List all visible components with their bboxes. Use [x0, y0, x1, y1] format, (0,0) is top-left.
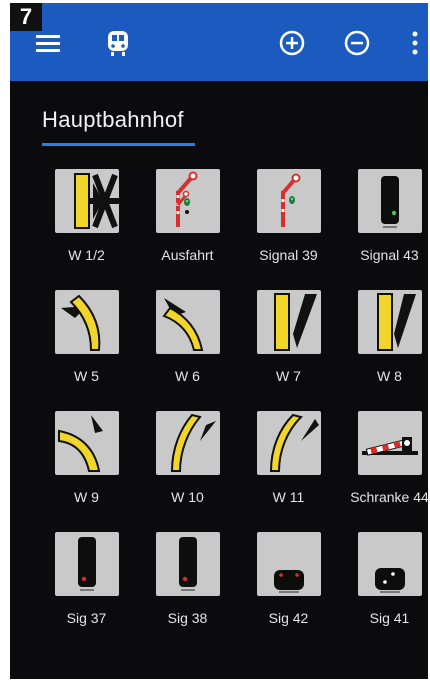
control-grid: W 1/2 Ausfahrt Signal 39 Signal 43 W 5 W… [36, 169, 428, 653]
tile-schranke-44[interactable]: Schranke 44 [339, 411, 428, 532]
tile-w-10[interactable]: W 10 [137, 411, 238, 532]
tile-label: W 8 [377, 368, 402, 384]
straight-switch-icon [256, 290, 321, 354]
tile-label: W 7 [276, 368, 301, 384]
tile-label: Ausfahrt [161, 247, 214, 263]
title-underline [42, 143, 195, 146]
tile-w-8[interactable]: W 8 [339, 290, 428, 411]
tile-w-9[interactable]: W 9 [36, 411, 137, 532]
dwarf-signal-red-icon [256, 532, 321, 596]
tile-ausfahrt[interactable]: Ausfahrt [137, 169, 238, 290]
tile-signal-39[interactable]: Signal 39 [238, 169, 339, 290]
tile-label: Signal 39 [259, 247, 318, 263]
tile-w-5[interactable]: W 5 [36, 290, 137, 411]
tile-label: Sig 37 [66, 610, 107, 626]
right-curve-switch-icon [155, 411, 220, 475]
tile-label: W 1/2 [68, 247, 105, 263]
dwarf-signal-white-icon [357, 532, 422, 596]
more-vertical-icon[interactable] [399, 27, 428, 59]
hamburger-menu-icon[interactable] [32, 27, 64, 59]
tile-label: W 10 [171, 489, 204, 505]
tile-label: Sig 41 [369, 610, 410, 626]
level-crossing-barrier-icon [357, 411, 422, 475]
light-signal-icon [357, 169, 422, 233]
page-title: Hauptbahnhof [42, 107, 184, 132]
double-slip-switch-icon [54, 169, 119, 233]
tile-label: Signal 43 [360, 247, 419, 263]
app-bar [10, 3, 428, 81]
left-curve-switch-icon [54, 411, 119, 475]
tile-sig-41[interactable]: Sig 41 [339, 532, 428, 653]
tile-label: W 9 [74, 489, 99, 505]
left-curve-switch-icon [54, 290, 119, 354]
right-curve-switch-icon [256, 411, 321, 475]
tile-label: Sig 38 [167, 610, 208, 626]
tile-label: Schranke 44 [350, 489, 428, 505]
plus-circle-icon[interactable] [276, 27, 308, 59]
signal-icon [256, 169, 321, 233]
app-screen: 7 Hauptbahnhof W 1/2 Ausfahrt Signal 39 … [10, 3, 428, 679]
tile-w-1-2[interactable]: W 1/2 [36, 169, 137, 290]
left-curve-switch-icon [155, 290, 220, 354]
minus-circle-icon[interactable] [341, 27, 373, 59]
tile-sig-37[interactable]: Sig 37 [36, 532, 137, 653]
tile-signal-43[interactable]: Signal 43 [339, 169, 428, 290]
tile-label: W 11 [272, 489, 305, 505]
tile-w-11[interactable]: W 11 [238, 411, 339, 532]
figure-number: 7 [10, 3, 42, 31]
tile-label: W 5 [74, 368, 99, 384]
exit-signal-icon [155, 169, 220, 233]
tile-sig-42[interactable]: Sig 42 [238, 532, 339, 653]
train-icon[interactable] [102, 27, 134, 59]
tile-label: Sig 42 [268, 610, 309, 626]
tile-label: W 6 [175, 368, 200, 384]
tile-sig-38[interactable]: Sig 38 [137, 532, 238, 653]
light-signal-red-icon [155, 532, 220, 596]
straight-switch-icon [357, 290, 422, 354]
tile-w-6[interactable]: W 6 [137, 290, 238, 411]
tile-w-7[interactable]: W 7 [238, 290, 339, 411]
light-signal-red-icon [54, 532, 119, 596]
